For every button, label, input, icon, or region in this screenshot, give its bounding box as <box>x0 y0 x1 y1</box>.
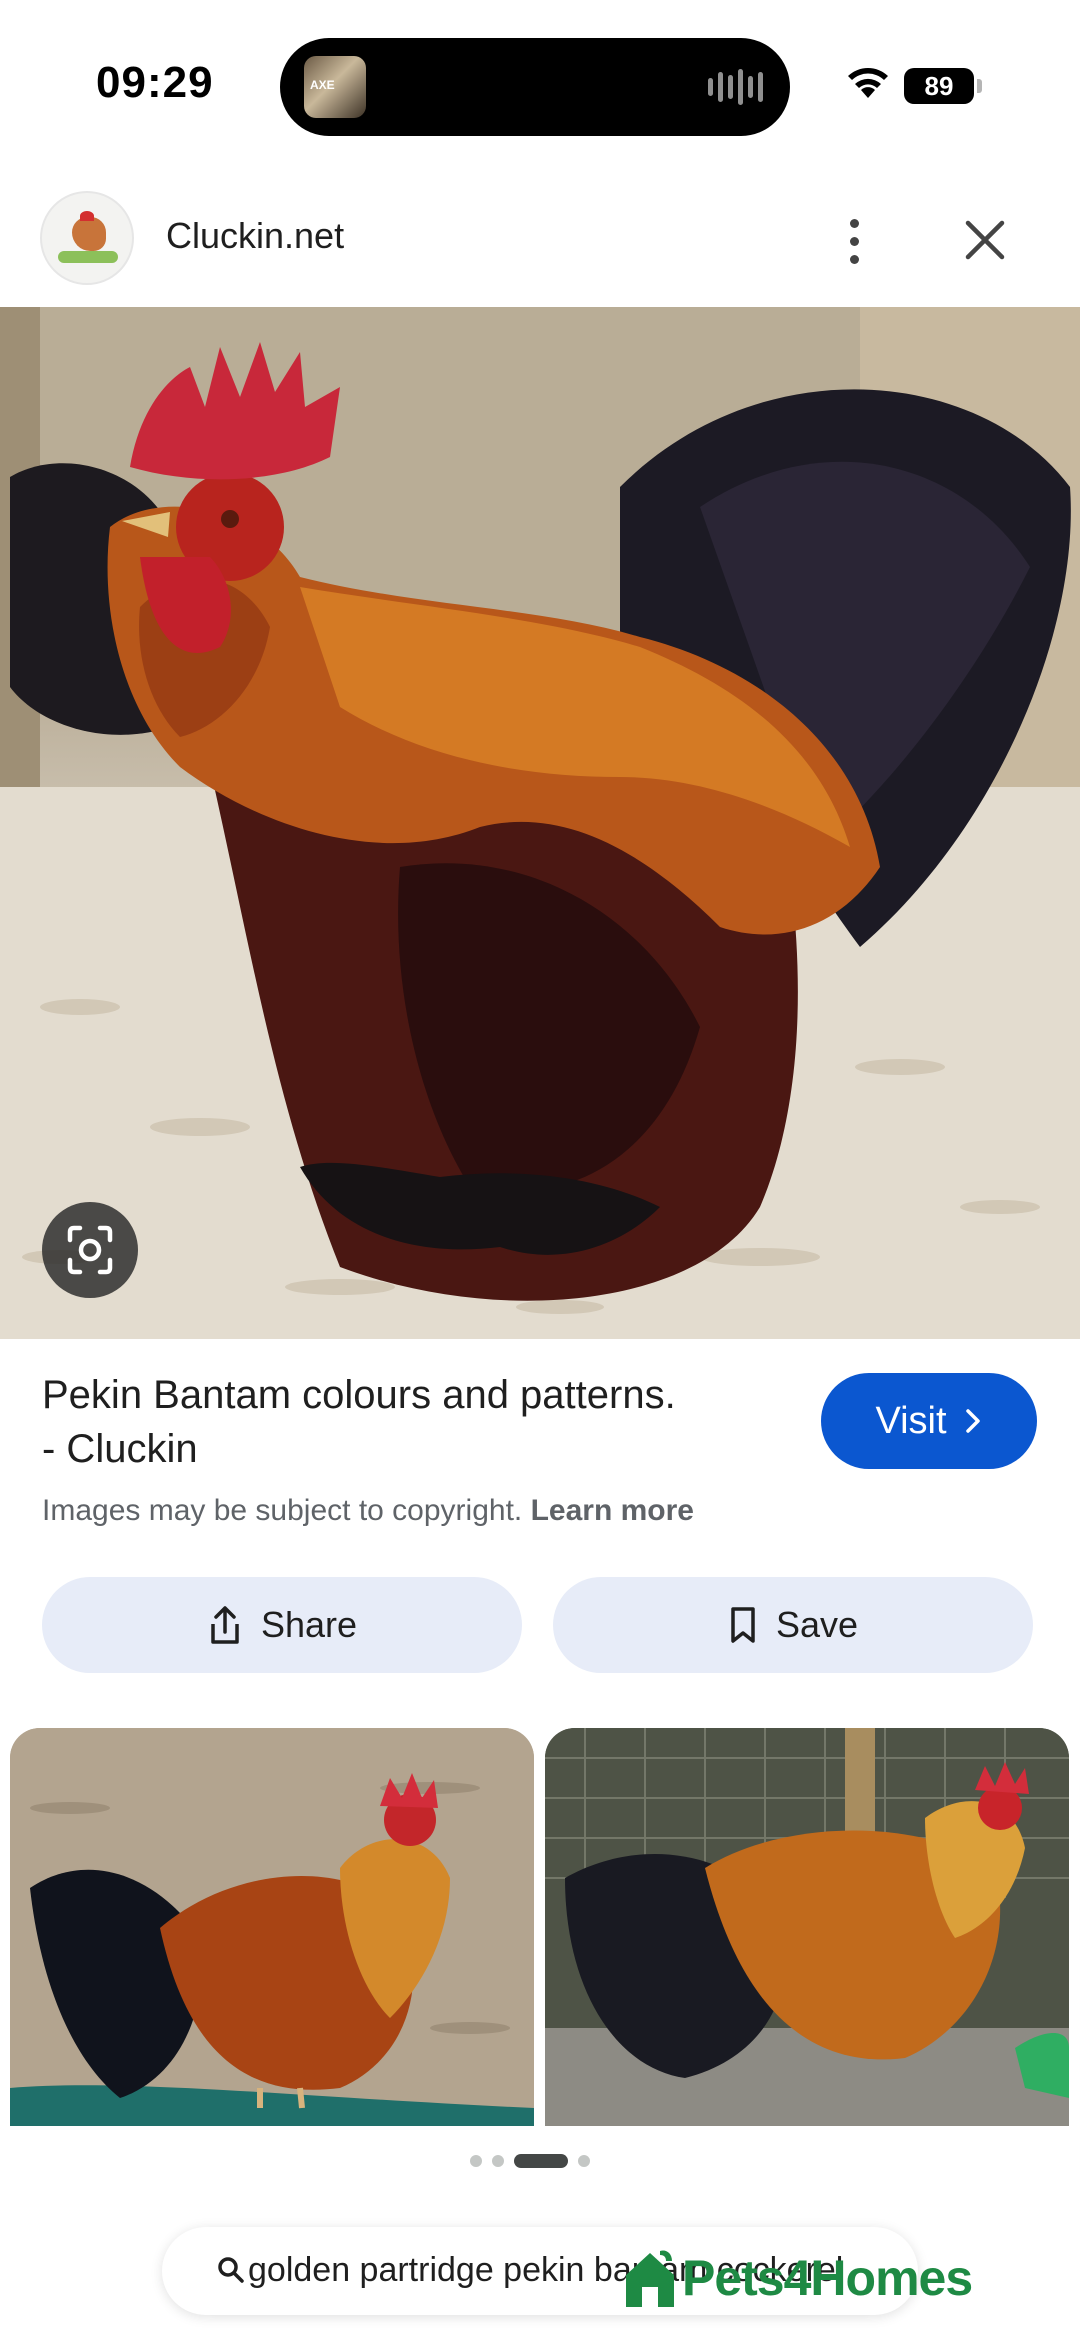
brand-watermark: Pets4Homes <box>622 2238 973 2318</box>
copyright-text: Images may be subject to copyright. <box>42 1494 523 1527</box>
bookmark-icon <box>731 1607 755 1643</box>
share-label: Share <box>260 1604 358 1645</box>
source-header: Cluckin.net <box>0 175 1080 307</box>
chevron-right-icon <box>965 1409 980 1433</box>
search-icon <box>218 2257 244 2283</box>
carousel-indicator <box>470 2150 610 2172</box>
copyright-notice: Images may be subject to copyright. Lear… <box>42 1494 694 1528</box>
status-bar: 09:29 AXE 89 <box>0 0 1080 175</box>
dynamic-island[interactable]: AXE <box>280 38 790 136</box>
visit-button[interactable]: Visit <box>821 1373 1037 1469</box>
wifi-icon <box>848 68 888 98</box>
battery-cap <box>977 79 982 93</box>
related-image[interactable] <box>545 1728 1069 2126</box>
save-button[interactable]: Save <box>553 1577 1033 1673</box>
more-vert-icon[interactable] <box>836 211 872 271</box>
audio-wave-icon <box>708 68 764 106</box>
share-button[interactable]: Share <box>42 1577 522 1673</box>
battery-level: 89 <box>924 71 954 101</box>
now-playing-thumbnail-text: AXE <box>310 78 335 92</box>
site-logo[interactable] <box>40 191 134 285</box>
learn-more-link[interactable]: Learn more <box>531 1494 694 1527</box>
main-image[interactable] <box>0 307 1080 1339</box>
share-icon <box>211 1606 239 1644</box>
result-title[interactable]: Pekin Bantam colours and patterns. - Clu… <box>42 1368 782 1476</box>
carousel-dot <box>492 2155 504 2167</box>
related-image[interactable] <box>10 1728 534 2126</box>
lens-icon[interactable] <box>42 1202 138 1298</box>
close-icon[interactable] <box>960 215 1010 265</box>
house-logo-icon <box>626 2250 674 2307</box>
status-time: 09:29 <box>96 58 214 107</box>
save-label: Save <box>775 1604 859 1645</box>
brand-text: Pets4Homes <box>682 2250 973 2306</box>
visit-label: Visit <box>875 1399 947 1442</box>
carousel-dot-active <box>514 2154 568 2168</box>
now-playing-thumbnail: AXE <box>304 56 366 118</box>
site-name[interactable]: Cluckin.net <box>166 215 344 257</box>
carousel-dot <box>578 2155 590 2167</box>
result-title-line1: Pekin Bantam colours and patterns. <box>42 1373 676 1417</box>
carousel-dot <box>470 2155 482 2167</box>
battery-indicator: 89 <box>904 68 974 104</box>
result-title-line2: - Cluckin <box>42 1427 198 1471</box>
